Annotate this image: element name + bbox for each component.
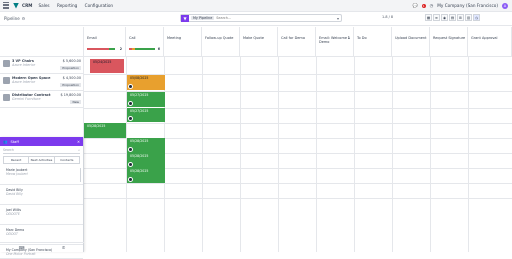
- column-divider: [240, 57, 241, 252]
- pager[interactable]: 1-8 / 8: [382, 15, 393, 19]
- column-header-welcome-demo[interactable]: Email: Welcome Demo 1: [316, 27, 354, 57]
- map-view-icon[interactable]: ◉: [441, 14, 448, 21]
- list-view-icon[interactable]: ≡: [433, 14, 440, 21]
- close-icon[interactable]: ✕: [77, 140, 80, 144]
- avatar: [128, 101, 133, 106]
- avatar: [128, 84, 133, 89]
- control-panel: Pipeline ⚙ ▼ My Pipeline ▾ 1-8 / 8 ▦ ≡ ◉…: [0, 12, 512, 26]
- column-header-approval[interactable]: Grant Approval: [468, 27, 512, 57]
- menu-sales[interactable]: Sales: [38, 3, 49, 8]
- activity-card[interactable]: 05/28/2025: [127, 168, 165, 183]
- popover-search-input[interactable]: Search ⌕: [3, 148, 80, 154]
- column-header-signature[interactable]: Request Signature: [430, 27, 468, 57]
- kanban-view-icon[interactable]: ▦: [425, 14, 432, 21]
- column-divider: [202, 57, 203, 252]
- filter-icon[interactable]: ▼: [181, 14, 189, 22]
- column-header-meeting[interactable]: Meeting: [164, 27, 202, 57]
- stage-badge: Proposition: [60, 66, 81, 70]
- clock-icon[interactable]: ◷: [430, 3, 434, 8]
- record-row[interactable]: 3 VP Chairs Azure Interior $ 5,600.00 Pr…: [0, 57, 83, 74]
- column-divider: [468, 57, 469, 252]
- tab-recent[interactable]: Recent: [4, 157, 30, 163]
- popover-tabs: Recent Next Activities Contacts: [3, 156, 80, 164]
- search-input[interactable]: [216, 16, 307, 20]
- activity-card[interactable]: 05/08/2025: [127, 75, 165, 90]
- user-avatar[interactable]: A: [502, 2, 508, 9]
- avatar: [128, 116, 133, 121]
- stage-badge: Proposition: [60, 83, 81, 87]
- activity-card[interactable]: 05/28/2025: [127, 153, 165, 168]
- top-navbar: CRM Sales Reporting Configuration 💬 1 ◷ …: [0, 0, 512, 12]
- column-header-call[interactable]: Call 6: [126, 27, 164, 57]
- popover-header: 👥 Staff ✕: [0, 137, 83, 146]
- avatar: [3, 94, 10, 101]
- systray: 💬 1 ◷ My Company (San Francisco) A: [412, 2, 508, 9]
- users-icon: 👥: [3, 139, 8, 144]
- staff-popover: 👥 Staff ✕ Search ⌕ Recent Next Activities…: [0, 137, 84, 259]
- contact-item[interactable]: Marie Joubert Meow Joubert: [0, 165, 83, 185]
- keypad-icon[interactable]: ⌨: [19, 245, 25, 250]
- record-list: 3 VP Chairs Azure Interior $ 5,600.00 Pr…: [0, 27, 84, 137]
- gear-icon[interactable]: ⚙: [22, 16, 26, 21]
- record-row[interactable]: Distributor Contract Gemini Furniture $ …: [0, 91, 83, 108]
- search-bar[interactable]: ▼ My Pipeline ▾: [180, 14, 342, 22]
- phone-icon[interactable]: ✆: [62, 245, 65, 250]
- column-divider: [430, 57, 431, 252]
- activity-card[interactable]: 05/28/2025: [84, 123, 126, 138]
- avatar: [128, 147, 133, 152]
- menu-reporting[interactable]: Reporting: [57, 3, 77, 8]
- notification-badge: 1: [421, 3, 426, 8]
- chat-icon[interactable]: 💬: [412, 3, 417, 9]
- record-row[interactable]: Modern Open Space Azure Interior $ 4,500…: [0, 74, 83, 91]
- pivot-view-icon[interactable]: ⊞: [457, 14, 464, 21]
- row-divider: [84, 123, 512, 124]
- column-header-make-quote[interactable]: Make Quote: [240, 27, 278, 57]
- avatar: [128, 177, 133, 182]
- row-divider: [84, 198, 512, 199]
- column-header-email[interactable]: Email 2: [84, 27, 126, 57]
- menu-configuration[interactable]: Configuration: [85, 3, 113, 8]
- row-header: [0, 27, 83, 57]
- activity-view-icon[interactable]: ◷: [473, 14, 480, 21]
- search-icon: ⌕: [78, 148, 80, 152]
- activity-card[interactable]: 05/27/2025: [127, 108, 165, 122]
- activity-card[interactable]: 05/24/2025: [90, 59, 124, 73]
- tab-next-activities[interactable]: Next Activities: [29, 157, 55, 163]
- column-divider: [278, 57, 279, 252]
- column-divider: [392, 57, 393, 252]
- column-divider: [316, 57, 317, 252]
- calendar-view-icon[interactable]: ▤: [449, 14, 456, 21]
- stage-badge: New: [70, 100, 81, 104]
- column-header-followup[interactable]: Follow-up Quote: [202, 27, 240, 57]
- avatar: [3, 77, 10, 84]
- avatar: [128, 162, 133, 167]
- app-name[interactable]: CRM: [22, 3, 32, 8]
- graph-view-icon[interactable]: ▥: [465, 14, 472, 21]
- activity-card[interactable]: 05/27/2025: [127, 92, 165, 107]
- main-menu: Sales Reporting Configuration: [32, 3, 113, 8]
- view-switcher: ▦ ≡ ◉ ▤ ⊞ ▥ ◷: [425, 14, 480, 21]
- tab-contacts[interactable]: Contacts: [55, 157, 79, 163]
- row-divider: [84, 183, 512, 184]
- contact-item[interactable]: David Billy David Billy: [0, 185, 83, 205]
- column-header-upload[interactable]: Upload Document: [392, 27, 430, 57]
- crm-logo-icon: [13, 2, 19, 9]
- activity-card[interactable]: 05/28/2025: [127, 138, 165, 153]
- breadcrumb: Pipeline: [4, 16, 20, 21]
- popover-footer: ⌨ ✆: [0, 242, 84, 252]
- popover-title: Staff: [10, 139, 19, 144]
- contact-item[interactable]: Joel Willis ODOOTE: [0, 205, 83, 225]
- column-divider: [354, 57, 355, 252]
- scrollbar[interactable]: [80, 168, 81, 182]
- column-header-todo[interactable]: To Do: [354, 27, 392, 57]
- avatar: [3, 60, 10, 67]
- column-header-call-demo[interactable]: Call for Demo: [278, 27, 316, 57]
- app-grid-icon[interactable]: [3, 1, 11, 10]
- company-switcher[interactable]: My Company (San Francisco): [437, 3, 498, 8]
- search-facet[interactable]: My Pipeline: [191, 16, 215, 20]
- chevron-down-icon[interactable]: ▾: [337, 16, 339, 21]
- activity-grid: Email 2 Call 6 Meeting Follow-up Quote M…: [84, 27, 512, 252]
